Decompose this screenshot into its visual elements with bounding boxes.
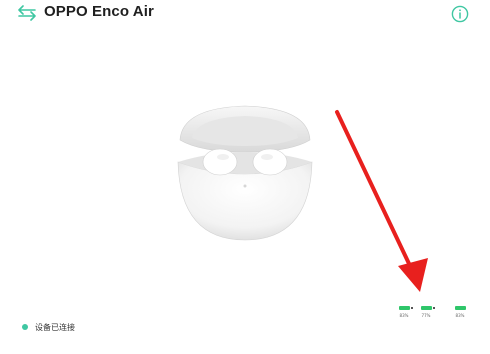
battery-left: 83% (394, 306, 414, 318)
battery-case-bar (454, 306, 466, 310)
connection-status: 设备已连接 (22, 321, 75, 333)
battery-right-bar (420, 306, 435, 310)
battery-panel: 83% 77% 83% (362, 298, 474, 328)
status-dot (22, 324, 28, 330)
swap-arrows-icon[interactable] (17, 5, 37, 21)
battery-right: 77% (416, 306, 436, 318)
battery-case-label: 83% (455, 313, 465, 318)
info-icon[interactable] (451, 5, 469, 23)
status-text: 设备已连接 (35, 322, 75, 332)
battery-case: 83% (450, 306, 470, 318)
app-header: OPPO Enco Air (0, 0, 490, 28)
battery-left-label: 83% (399, 313, 409, 318)
earbuds-case-image (177, 105, 313, 241)
battery-right-label: 77% (421, 313, 431, 318)
page-title: OPPO Enco Air (44, 3, 154, 20)
battery-left-bar (398, 306, 413, 310)
